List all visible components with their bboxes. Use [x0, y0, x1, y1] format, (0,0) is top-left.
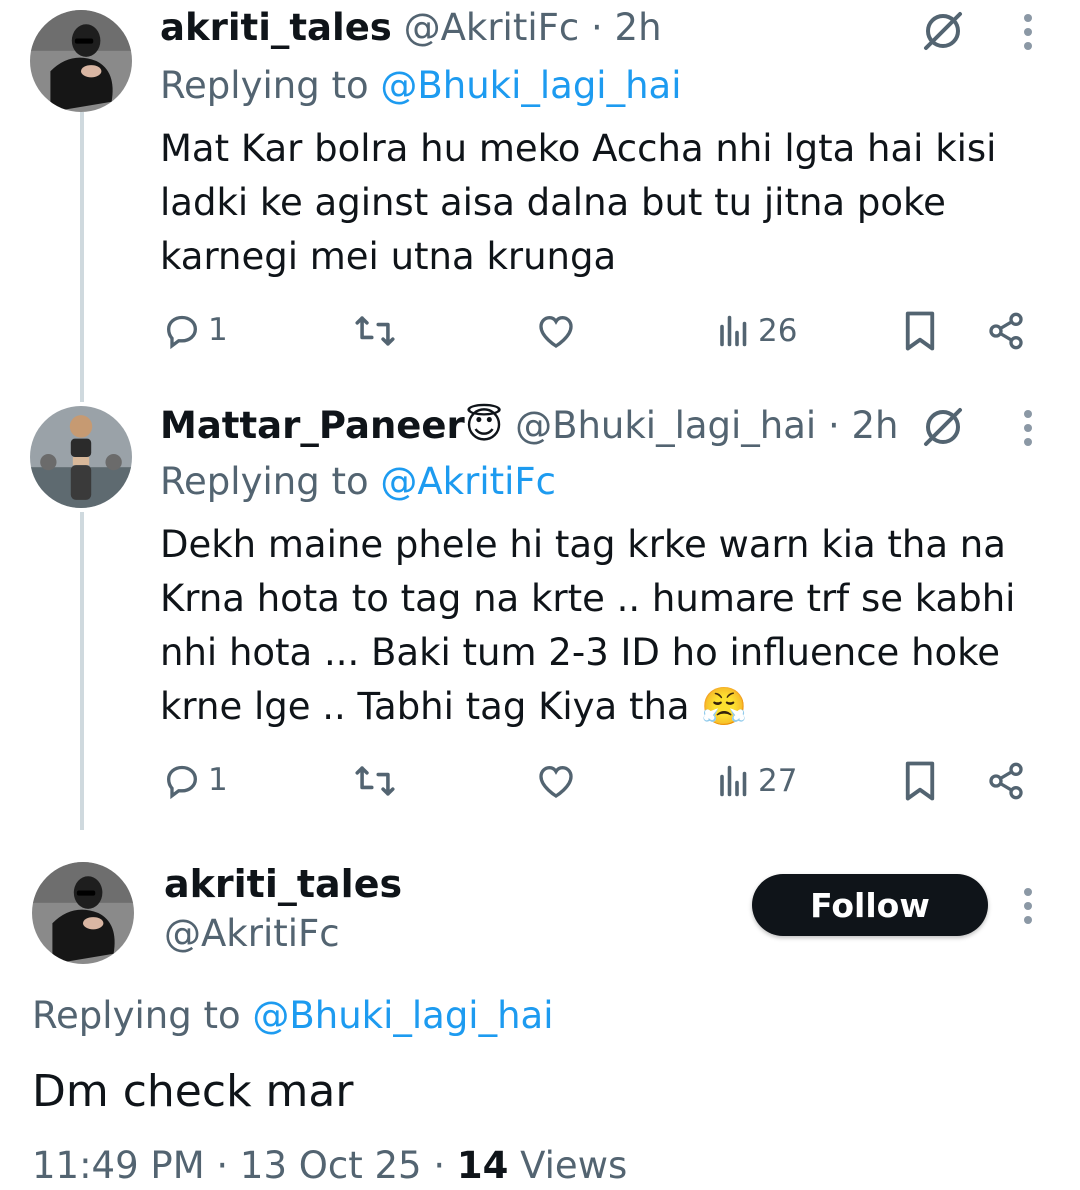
author-name[interactable]: akriti_tales [160, 6, 392, 49]
tweet-time[interactable]: 2h [852, 404, 899, 447]
share-button[interactable] [986, 310, 1026, 352]
views-button[interactable]: 27 [716, 763, 797, 799]
replying-mention[interactable]: @AkritiFc [380, 460, 556, 503]
author-handle[interactable]: @AkritiFc [164, 912, 340, 955]
author-name[interactable]: Mattar_Paneer [160, 404, 465, 447]
more-icon[interactable] [1018, 406, 1038, 450]
replying-label: Replying to [160, 64, 369, 107]
reply-count: 1 [208, 312, 228, 348]
follow-button[interactable]: Follow [752, 874, 988, 936]
reply-button[interactable]: 1 [162, 760, 228, 800]
reply-count: 1 [208, 762, 228, 798]
share-button[interactable] [986, 760, 1026, 802]
replying-label: Replying to [160, 460, 369, 503]
tweet-text: Dekh maine phele hi tag krke warn kia th… [160, 518, 1020, 734]
avatar[interactable] [32, 862, 134, 964]
replying-to: Replying to @Bhuki_lagi_hai [160, 64, 682, 108]
retweet-button[interactable] [354, 762, 396, 800]
views-count: 14 [456, 1144, 509, 1187]
more-icon[interactable] [1018, 884, 1038, 928]
separator-dot: · [216, 1144, 229, 1187]
tweet-meta: 11:49 PM · 13 Oct 25 · 14 Views [32, 1144, 627, 1187]
reply-icon [166, 765, 198, 800]
thread-line-1 [80, 112, 84, 402]
avatar[interactable] [30, 10, 132, 112]
bookmark-icon [905, 311, 935, 351]
like-button[interactable] [536, 762, 576, 800]
share-icon [989, 762, 1023, 800]
more-icon[interactable] [1018, 10, 1038, 54]
tweet-time[interactable]: 2h [615, 6, 662, 49]
tweet-header: Mattar_Paneer😇 @Bhuki_lagi_hai · 2h [160, 404, 899, 448]
tweet-header: akriti_tales @AkritiFc · 2h [160, 6, 662, 50]
replying-to: Replying to @Bhuki_lagi_hai [32, 994, 554, 1037]
replying-to: Replying to @AkritiFc [160, 460, 556, 504]
grok-icon[interactable] [920, 8, 966, 54]
like-icon [539, 765, 573, 798]
author-handle[interactable]: @AkritiFc [404, 6, 580, 49]
tweet-text: Dm check mar [32, 1066, 354, 1117]
tweet-time[interactable]: 11:49 PM [32, 1144, 205, 1187]
views-icon [720, 315, 747, 347]
retweet-icon [355, 316, 395, 346]
tweet-text-body: Dekh maine phele hi tag krke warn kia th… [160, 523, 1016, 728]
avatar[interactable] [30, 406, 132, 508]
views-label: Views [520, 1144, 628, 1187]
tweet-date[interactable]: 13 Oct 25 [240, 1144, 422, 1187]
views-icon [720, 765, 747, 797]
tweet-text: Mat Kar bolra hu meko Accha nhi lgta hai… [160, 127, 997, 278]
separator-dot: · [591, 6, 603, 49]
thread-line-2 [80, 512, 84, 830]
reply-button[interactable]: 1 [162, 310, 228, 350]
like-icon [539, 315, 573, 348]
reply-icon [166, 315, 198, 350]
replying-label: Replying to [32, 994, 241, 1037]
separator-dot: · [433, 1144, 446, 1187]
views-count: 27 [758, 763, 798, 799]
bookmark-button[interactable] [902, 310, 938, 352]
replying-mention[interactable]: @Bhuki_lagi_hai [380, 64, 681, 107]
retweet-icon [355, 766, 395, 796]
grok-icon[interactable] [920, 404, 966, 450]
bookmark-button[interactable] [902, 760, 938, 802]
tweet-text-emoji: 😤 [701, 685, 748, 728]
replying-mention[interactable]: @Bhuki_lagi_hai [252, 994, 553, 1037]
author-handle[interactable]: @Bhuki_lagi_hai [515, 404, 816, 447]
author-name[interactable]: akriti_tales [164, 862, 402, 906]
retweet-button[interactable] [354, 312, 396, 350]
share-icon [989, 312, 1023, 350]
views-count: 26 [758, 313, 798, 349]
like-button[interactable] [536, 312, 576, 350]
separator-dot: · [827, 404, 840, 447]
bookmark-icon [905, 761, 935, 801]
views-button[interactable]: 26 [716, 313, 797, 349]
author-emoji: 😇 [464, 404, 504, 447]
